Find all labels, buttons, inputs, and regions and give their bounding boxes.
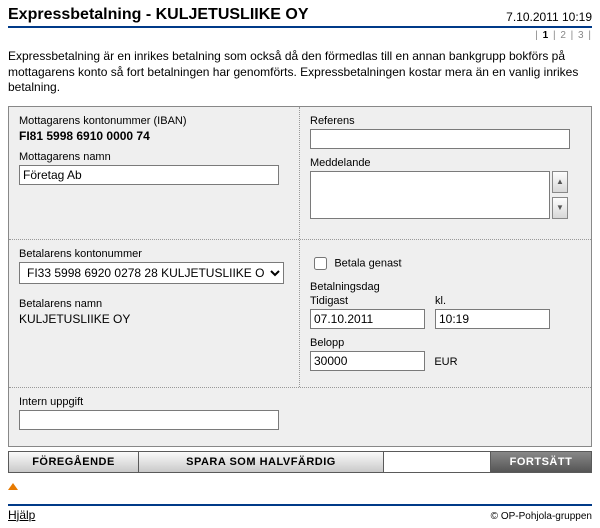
payment-time-input[interactable] (435, 309, 550, 329)
payer-name-label: Betalarens namn (19, 298, 289, 310)
step-2: 2 (560, 30, 567, 41)
save-draft-button[interactable]: SPARA SOM HALVFÄRDIG (139, 452, 384, 472)
previous-button[interactable]: FÖREGÅENDE (9, 452, 139, 472)
page-title: Expressbetalning - KULJETUSLIIKE OY (8, 6, 309, 24)
amount-label: Belopp (310, 337, 581, 349)
payer-account-label: Betalarens kontonummer (19, 248, 289, 260)
recipient-iban-label: Mottagarens kontonummer (IBAN) (19, 115, 289, 127)
scroll-up-icon[interactable]: ▲ (552, 171, 568, 193)
scroll-down-icon[interactable]: ▼ (552, 197, 568, 219)
internal-label: Intern uppgift (19, 396, 581, 408)
amount-input[interactable] (310, 351, 425, 371)
step-1: 1 (543, 30, 550, 41)
step-3: 3 (578, 30, 585, 41)
help-link[interactable]: Hjälp (8, 508, 35, 522)
pay-now-label: Betala genast (334, 257, 401, 269)
button-spacer (384, 452, 491, 472)
step-indicator: | 1 | 2 | 3 | (8, 28, 592, 49)
message-textarea[interactable] (310, 171, 550, 219)
internal-input[interactable] (19, 410, 279, 430)
payment-date-input[interactable] (310, 309, 425, 329)
currency-label: EUR (434, 356, 457, 368)
timestamp: 7.10.2011 10:19 (506, 10, 592, 24)
time-label: kl. (435, 295, 550, 307)
continue-button[interactable]: FORTSÄTT (491, 452, 591, 472)
payer-account-select[interactable]: FI33 5998 6920 0278 28 KULJETUSLIIKE OY (19, 262, 284, 284)
earliest-label: Tidigast (310, 295, 425, 307)
triangle-up-icon (8, 483, 18, 490)
recipient-name-label: Mottagarens namn (19, 151, 289, 163)
recipient-iban-value: FI81 5998 6910 0000 74 (19, 129, 150, 143)
intro-text: Expressbetalning är en inrikes betalning… (8, 49, 592, 96)
pay-now-checkbox[interactable] (314, 257, 327, 270)
reference-input[interactable] (310, 129, 570, 149)
payment-day-header: Betalningsdag (310, 281, 581, 293)
message-label: Meddelande (310, 157, 581, 169)
reference-label: Referens (310, 115, 581, 127)
copyright-text: © OP-Pohjola-gruppen (491, 511, 592, 522)
payer-name-value: KULJETUSLIIKE OY (19, 312, 130, 326)
recipient-name-input[interactable] (19, 165, 279, 185)
